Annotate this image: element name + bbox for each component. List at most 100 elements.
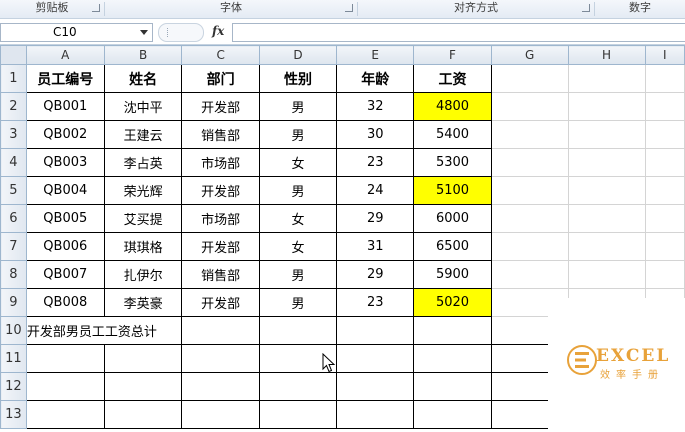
column-header-a[interactable]: A [25,45,105,65]
selected-cell-c10[interactable] [181,316,260,345]
select-all-corner[interactable] [0,45,27,65]
cell[interactable] [567,64,646,93]
formula-input[interactable] [232,23,685,42]
cell[interactable]: 24 [336,176,415,205]
cell[interactable]: QB004 [25,176,105,205]
cell[interactable]: 市场部 [181,204,260,233]
header-cell-age[interactable]: 年龄 [336,64,415,93]
cell[interactable] [490,176,569,205]
column-header-i[interactable]: I [644,45,685,65]
cell[interactable] [181,344,260,373]
chevron-down-icon[interactable] [140,30,148,35]
cell[interactable]: 男 [258,288,338,317]
header-cell-employee-id[interactable]: 员工编号 [25,64,105,93]
cell[interactable]: QB002 [25,120,105,149]
cell[interactable] [567,232,646,261]
cell[interactable]: 23 [336,288,415,317]
cell[interactable] [567,120,646,149]
cell[interactable] [103,344,183,373]
cell[interactable] [25,372,105,401]
cell[interactable]: QB001 [25,92,105,121]
cell[interactable]: 男 [258,176,338,205]
row-header[interactable]: 1 [0,64,27,93]
cell[interactable]: 6500 [413,232,492,261]
summary-label-cell[interactable]: 开发部男员工工资总计 [25,316,183,345]
column-header-h[interactable]: H [567,45,646,65]
cell[interactable] [490,92,569,121]
cell[interactable]: 6000 [413,204,492,233]
name-box[interactable]: C10 [0,23,153,42]
cell[interactable]: 李英豪 [103,288,183,317]
cell[interactable]: 男 [258,92,338,121]
cell[interactable] [336,400,415,429]
row-header[interactable]: 8 [0,260,27,289]
cell[interactable] [336,372,415,401]
cell[interactable]: 5300 [413,148,492,177]
cell[interactable] [644,232,685,261]
cell[interactable] [567,204,646,233]
cell[interactable]: 沈中平 [103,92,183,121]
cell[interactable] [490,148,569,177]
cell[interactable]: 女 [258,232,338,261]
cell[interactable]: QB008 [25,288,105,317]
cell[interactable] [413,316,492,345]
cell[interactable] [644,120,685,149]
cell-highlighted[interactable]: 5100 [413,176,492,205]
cell[interactable] [258,400,338,429]
cell[interactable]: 29 [336,204,415,233]
cell[interactable] [567,176,646,205]
cell[interactable]: QB003 [25,148,105,177]
cell[interactable]: 开发部 [181,176,260,205]
cell[interactable]: 荣光辉 [103,176,183,205]
dialog-launcher-icon[interactable] [345,4,353,12]
dialog-launcher-icon[interactable] [92,4,100,12]
cell[interactable]: 5900 [413,260,492,289]
cell[interactable] [103,372,183,401]
cell[interactable] [413,400,492,429]
insert-function-icon[interactable]: fx [212,24,224,38]
cell[interactable] [413,372,492,401]
cell[interactable]: 李占英 [103,148,183,177]
row-header[interactable]: 2 [0,92,27,121]
cell[interactable] [644,260,685,289]
row-header[interactable]: 9 [0,288,27,317]
cell[interactable]: 30 [336,120,415,149]
row-header[interactable]: 7 [0,232,27,261]
cell[interactable] [644,64,685,93]
cell[interactable]: QB006 [25,232,105,261]
row-header[interactable]: 6 [0,204,27,233]
cell[interactable]: QB007 [25,260,105,289]
header-cell-name[interactable]: 姓名 [103,64,183,93]
header-cell-gender[interactable]: 性别 [258,64,338,93]
cell[interactable] [490,232,569,261]
cell[interactable] [644,148,685,177]
cell[interactable] [644,176,685,205]
column-header-g[interactable]: G [490,45,569,65]
row-header[interactable]: 13 [0,400,27,429]
cell[interactable]: 31 [336,232,415,261]
cell[interactable] [490,120,569,149]
cell[interactable] [336,344,415,373]
cell[interactable]: 扎伊尔 [103,260,183,289]
cell[interactable] [25,400,105,429]
cell[interactable] [413,344,492,373]
cell[interactable]: 艾买提 [103,204,183,233]
header-cell-department[interactable]: 部门 [181,64,260,93]
cell[interactable]: 琪琪格 [103,232,183,261]
cell[interactable] [567,92,646,121]
cell[interactable]: 开发部 [181,92,260,121]
cell[interactable] [258,316,338,345]
row-header[interactable]: 12 [0,372,27,401]
column-header-d[interactable]: D [258,45,338,65]
cell[interactable]: 市场部 [181,148,260,177]
cell-highlighted[interactable]: 5020 [413,288,492,317]
dialog-launcher-icon[interactable] [582,4,590,12]
row-header[interactable]: 10 [0,316,27,345]
cell[interactable]: 销售部 [181,260,260,289]
cell-highlighted[interactable]: 4800 [413,92,492,121]
cell[interactable]: 女 [258,148,338,177]
cell[interactable]: 男 [258,260,338,289]
cell[interactable]: 23 [336,148,415,177]
cell[interactable] [181,372,260,401]
cell[interactable] [490,260,569,289]
